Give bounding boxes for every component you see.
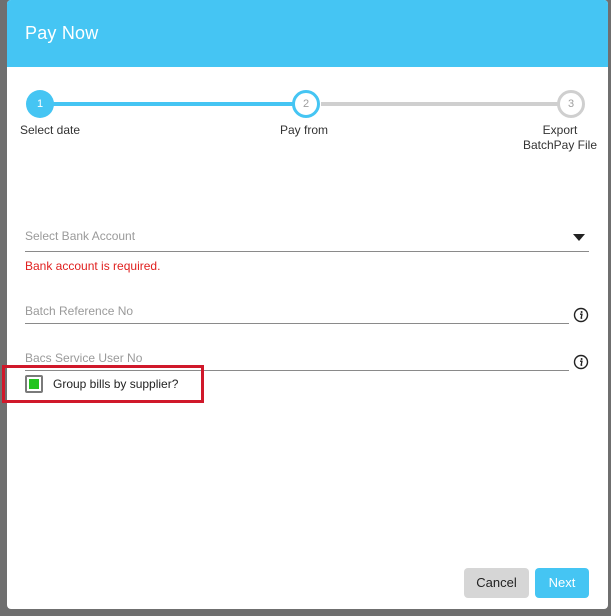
pay-now-dialog: Pay Now 1 2 3 Select date Pay from Expor…: [7, 0, 608, 609]
step-1-label: Select date: [20, 123, 81, 137]
step-3-label-line2: BatchPay File: [522, 138, 598, 152]
step-3-circle[interactable]: 3: [557, 90, 585, 118]
group-bills-label[interactable]: Group bills by supplier?: [53, 377, 178, 391]
group-bills-checkbox[interactable]: [25, 375, 43, 393]
caret-down-icon[interactable]: [573, 234, 585, 241]
step-2-circle[interactable]: 2: [292, 90, 320, 118]
next-button[interactable]: Next: [535, 568, 589, 598]
step-1-number: 1: [36, 98, 44, 110]
info-icon[interactable]: [573, 354, 589, 370]
info-icon[interactable]: [573, 307, 589, 323]
bank-account-error: Bank account is required.: [25, 259, 161, 273]
step-connector-1-2: [53, 102, 293, 106]
bank-account-placeholder: Select Bank Account: [25, 229, 136, 243]
dialog-header: Pay Now: [7, 0, 608, 67]
step-1-circle[interactable]: 1: [26, 90, 54, 118]
cancel-button[interactable]: Cancel: [464, 568, 529, 598]
dialog-title: Pay Now: [25, 23, 99, 43]
checkbox-checked-indicator: [29, 379, 39, 389]
step-3-number: 3: [567, 98, 575, 110]
step-2-label: Pay from: [280, 123, 329, 137]
batch-reference-underline: [25, 323, 569, 324]
step-connector-2-3: [321, 102, 559, 106]
step-3-label: Export BatchPay File: [519, 123, 601, 153]
bacs-user-placeholder: Bacs Service User No: [25, 351, 143, 365]
step-3-label-line1: Export: [542, 123, 578, 137]
bank-account-underline: [25, 251, 589, 252]
batch-reference-placeholder: Batch Reference No: [25, 304, 134, 318]
step-2-number: 2: [302, 98, 310, 110]
